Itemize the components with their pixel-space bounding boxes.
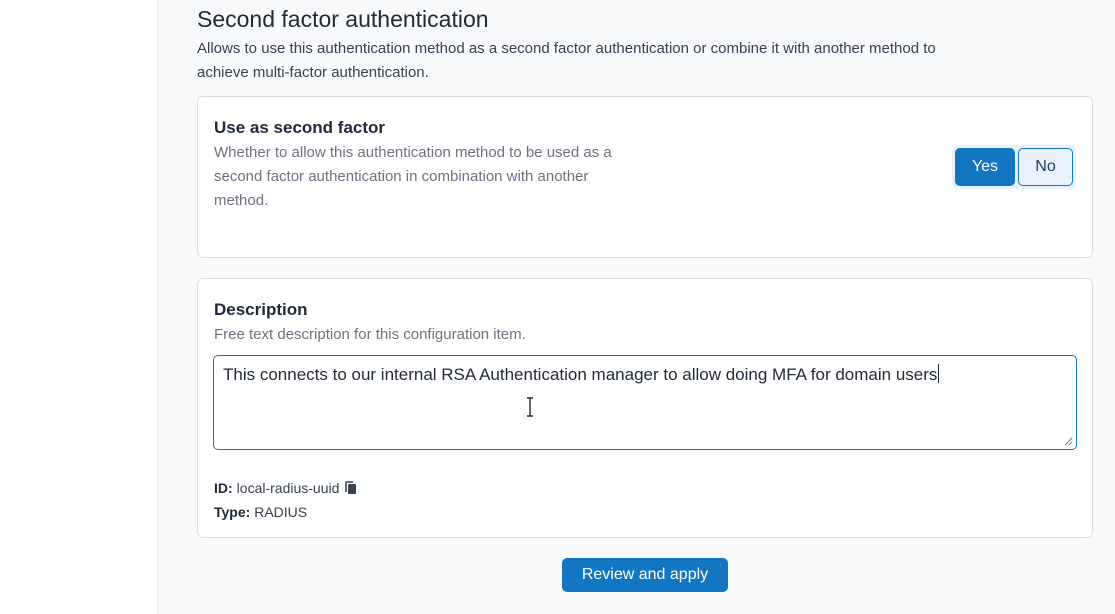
type-value: RADIUS [254, 504, 308, 520]
description-card: Description Free text description for th… [197, 278, 1093, 538]
review-and-apply-button[interactable]: Review and apply [562, 558, 728, 592]
no-button[interactable]: No [1018, 148, 1073, 186]
id-value: local-radius-uuid [236, 480, 340, 496]
description-help: Free text description for this configura… [214, 326, 526, 343]
meta-id: ID: local-radius-uuid [214, 480, 359, 496]
sidebar [0, 0, 158, 614]
type-label: Type: [214, 504, 251, 520]
description-title: Description [214, 300, 308, 319]
second-factor-title: Use as second factor [214, 118, 386, 137]
yes-button[interactable]: Yes [955, 148, 1015, 186]
id-label: ID: [214, 480, 233, 496]
description-textarea-value: This connects to our internal RSA Authen… [223, 365, 938, 384]
second-factor-toggle: Yes No [952, 145, 1076, 189]
description-textarea[interactable]: This connects to our internal RSA Authen… [213, 355, 1077, 450]
main-content: Second factor authentication Allows to u… [158, 0, 1115, 614]
section-title: Second factor authentication [197, 6, 489, 32]
resize-handle-icon[interactable] [1064, 437, 1073, 446]
meta-type: Type: RADIUS [214, 504, 307, 520]
second-factor-description: Whether to allow this authentication met… [214, 144, 612, 209]
second-factor-card: Use as second factor Whether to allow th… [197, 96, 1093, 258]
section-description: Allows to use this authentication method… [197, 40, 936, 81]
text-cursor-icon [527, 397, 533, 417]
text-caret [938, 364, 940, 383]
copy-icon[interactable] [343, 480, 359, 496]
